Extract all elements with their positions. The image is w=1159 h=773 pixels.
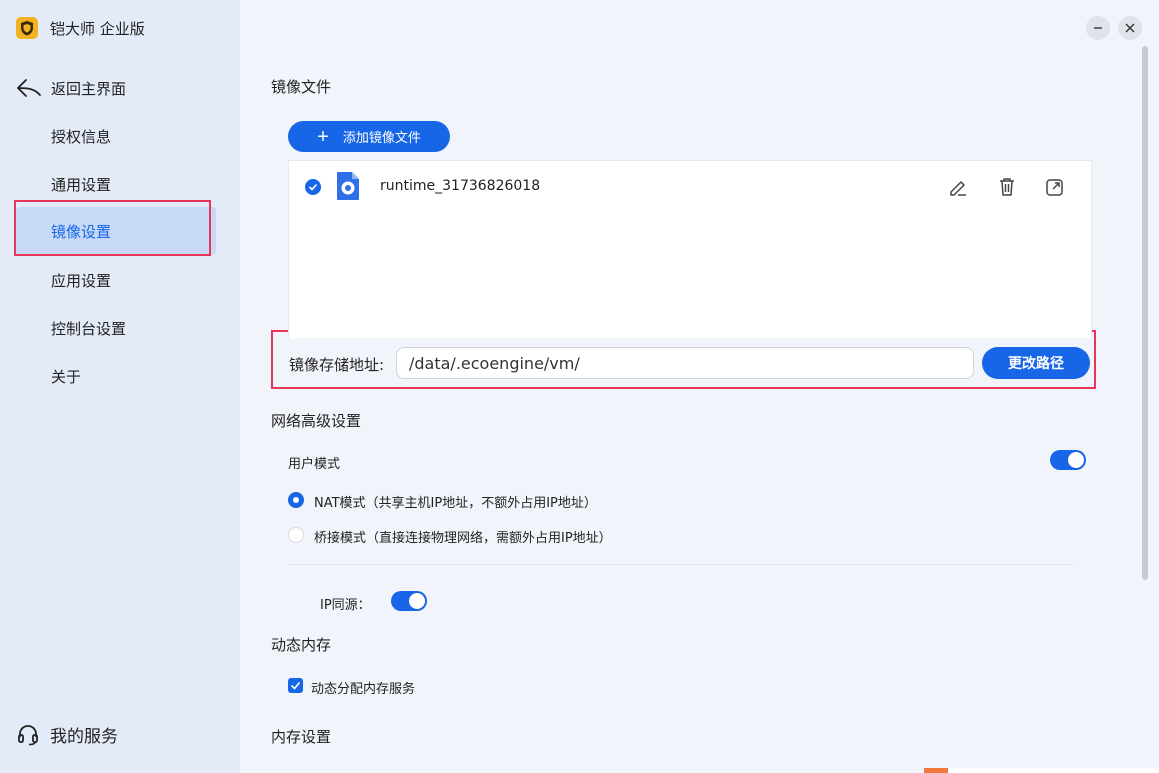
user-mode-toggle[interactable] (1050, 450, 1086, 470)
minimize-button[interactable] (1086, 16, 1110, 40)
image-storage-path-label: 镜像存储地址: (289, 356, 385, 374)
network-advanced-title: 网络高级设置 (271, 412, 362, 430)
sidebar-item-console-settings[interactable]: 控制台设置 (16, 304, 216, 352)
check-icon (308, 183, 318, 191)
ip-same-source-label: IP同源： (320, 598, 371, 613)
change-path-button[interactable]: 更改路径 (982, 347, 1090, 379)
scrollbar[interactable] (1142, 46, 1148, 580)
sidebar-item-label: 镜像设置 (51, 222, 112, 241)
sidebar-item-image-settings[interactable]: 镜像设置 (16, 207, 216, 255)
image-file-list: runtime_31736826018 (288, 160, 1092, 338)
dynamic-memory-title: 动态内存 (271, 636, 332, 654)
image-storage-path-row: 镜像存储地址: 更改路径 (272, 331, 1095, 389)
plus-icon: + (317, 125, 329, 148)
disc-image-file-icon (337, 172, 359, 200)
sidebar-item-about[interactable]: 关于 (16, 352, 216, 400)
minimize-icon (1094, 27, 1102, 29)
sidebar-item-app-settings[interactable]: 应用设置 (16, 256, 216, 304)
add-image-file-label: 添加镜像文件 (342, 130, 421, 145)
sidebar-item-label: 关于 (51, 367, 82, 386)
sidebar-item-label: 授权信息 (51, 127, 112, 146)
sidebar-item-general[interactable]: 通用设置 (16, 160, 216, 208)
sidebar-item-label: 控制台设置 (51, 319, 127, 338)
close-icon (1125, 23, 1135, 33)
ip-same-source-toggle[interactable] (391, 591, 427, 611)
divider (288, 564, 1074, 565)
bridge-mode-label: 桥接模式（直接连接物理网络，需额外占用IP地址） (314, 531, 612, 546)
sidebar: 铠大师 企业版 返回主界面 授权信息 通用设置 镜像设置 应用设置 控制台设置 … (0, 0, 240, 773)
file-select-checkbox[interactable] (305, 179, 321, 195)
list-item: runtime_31736826018 (289, 171, 1091, 203)
user-mode-label: 用户模式 (288, 457, 341, 472)
app-title: 铠大师 企业版 (50, 19, 145, 38)
shield-logo-icon (16, 17, 38, 39)
sidebar-item-license[interactable]: 授权信息 (16, 112, 216, 160)
my-services-label: 我的服务 (50, 727, 118, 747)
close-button[interactable] (1118, 16, 1142, 40)
dynamic-memory-checkbox[interactable] (288, 678, 303, 693)
app-header: 铠大师 企业版 (16, 16, 145, 40)
nat-mode-radio[interactable] (288, 492, 304, 508)
export-icon[interactable] (1044, 176, 1066, 198)
image-files-title: 镜像文件 (271, 78, 332, 96)
memory-settings-title: 内存设置 (271, 728, 332, 746)
back-to-main-button[interactable]: 返回主界面 (16, 76, 126, 100)
sidebar-item-label: 应用设置 (51, 271, 112, 290)
sidebar-item-label: 通用设置 (51, 175, 112, 194)
back-to-main-label: 返回主界面 (51, 79, 127, 98)
edit-icon[interactable] (947, 176, 969, 198)
check-icon (290, 681, 301, 690)
dynamic-memory-label: 动态分配内存服务 (311, 682, 416, 697)
add-image-file-button[interactable]: + 添加镜像文件 (288, 121, 450, 152)
delete-icon[interactable] (996, 176, 1018, 198)
file-name: runtime_31736826018 (380, 178, 541, 194)
nat-mode-label: NAT模式（共享主机IP地址，不额外占用IP地址） (314, 496, 597, 511)
bridge-mode-radio[interactable] (288, 527, 304, 543)
my-services-button[interactable]: 我的服务 (16, 722, 118, 747)
taskbar-fragment (924, 768, 1159, 773)
headset-icon (18, 724, 38, 745)
image-storage-path-input[interactable] (396, 347, 974, 379)
back-arrow-icon (17, 79, 41, 97)
